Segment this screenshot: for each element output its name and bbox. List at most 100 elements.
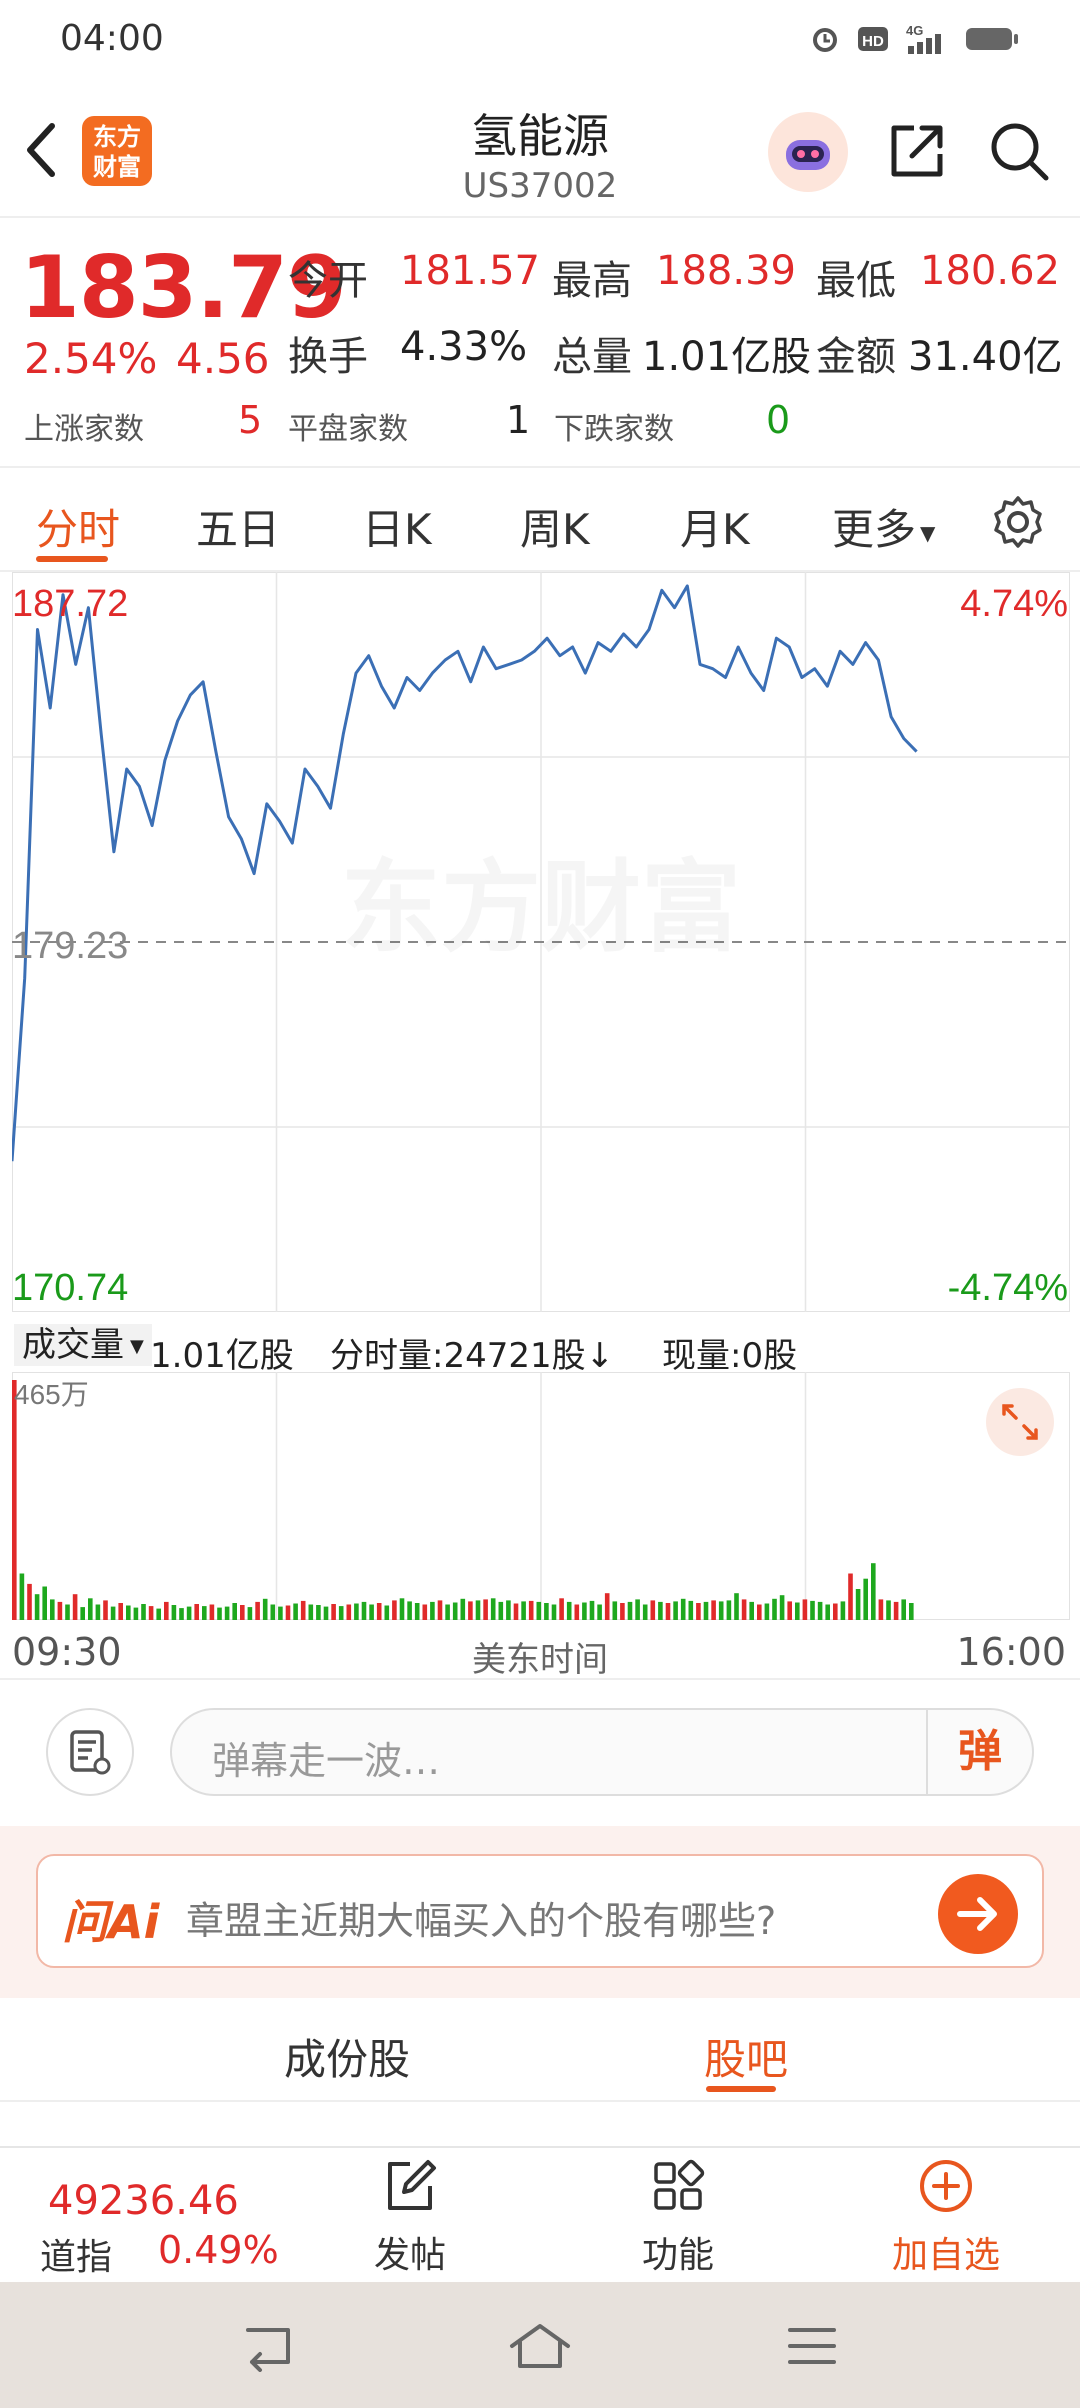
function-button[interactable]: 功能 [598,2156,758,2278]
danmu-settings-icon [70,1730,111,1775]
pct-top-label: 4.74% [960,583,1068,625]
tab-more-label: 更多 [832,505,917,554]
system-back-icon[interactable] [240,2322,300,2372]
volume-bar [620,1603,625,1620]
volume-bar [103,1600,108,1620]
volume-bar [901,1599,906,1620]
volume-bar [323,1606,329,1620]
volume-bar [749,1601,754,1620]
tab-five-day[interactable]: 五日 [196,496,280,557]
ai-logo: 问Ai [62,1895,160,1949]
volume-bar [597,1604,602,1620]
volume-bar [110,1606,116,1620]
volume-bar [414,1603,420,1620]
danmu-input[interactable]: 弹幕走一波… 弹 [170,1708,1034,1796]
volume-bar [764,1603,770,1620]
volume-bar [270,1604,276,1620]
volume-bar [361,1601,367,1620]
volume-bar [278,1606,283,1620]
volume-bar [468,1601,473,1620]
assistant-avatar[interactable] [768,112,848,192]
danmu-settings-button[interactable] [46,1708,134,1796]
volume-bar [513,1603,519,1620]
volume-bar [194,1604,199,1620]
current-volume: 现量:0股 [662,1336,798,1376]
volume-bar [452,1602,458,1620]
volume-bar [126,1605,131,1620]
volume-bar [460,1598,466,1620]
tab-intraday[interactable]: 分时 [36,496,120,557]
search-icon[interactable] [986,118,1052,184]
system-menu-icon[interactable] [784,2322,840,2370]
volume-bar [392,1600,397,1620]
volume-bar [50,1599,55,1620]
pct-bottom-label: -4.74% [948,1267,1068,1309]
grid-icon [654,2159,705,2210]
volume-bar [95,1604,101,1620]
change-value: 4.56 [176,334,270,383]
volume-bar [141,1604,146,1620]
open-label: 今开 [288,258,368,304]
expand-icon[interactable] [986,1388,1054,1456]
volume-chart[interactable]: 465万 [12,1372,1070,1620]
arrow-right-icon [957,1897,997,1931]
down-count-label: 下跌家数 [554,412,674,447]
index-value: 49236.46 [48,2178,239,2224]
ai-prompt: 章盟主近期大幅买入的个股有哪些? [186,1899,777,1943]
tab-forum[interactable]: 股吧 [704,2026,788,2087]
ai-go-button[interactable] [938,1874,1018,1954]
post-button[interactable]: 发帖 [330,2156,490,2278]
index-ticker[interactable]: 49236.46 道指 0.49% [0,2148,300,2278]
volume-bar [688,1600,694,1620]
svg-text:HD: HD [862,33,884,50]
volume-bar [186,1606,192,1620]
volume-bar [202,1606,207,1620]
gear-icon[interactable] [990,494,1046,550]
volume-bar [232,1603,237,1620]
status-icons: HD 4G [808,22,1020,56]
volume-bar [642,1604,648,1620]
volume-bar [582,1602,587,1620]
tab-constituents[interactable]: 成份股 [284,2026,410,2087]
volume-bar [703,1601,709,1620]
system-home-icon[interactable] [508,2320,572,2372]
volume-bar [57,1601,63,1620]
volume-bar [217,1607,222,1620]
volume-bar [521,1601,526,1620]
edit-icon [388,2160,436,2210]
caret-down-icon: ▼ [920,520,936,545]
tab-more[interactable]: 更多 ▼ [832,496,935,557]
intraday-chart[interactable]: 东方财富 187.72 179.23 170.74 4.74% -4.74% [12,572,1070,1312]
tab-monthly-k[interactable]: 月K [680,496,750,557]
bottom-nav: 49236.46 道指 0.49% 发帖 功能 加自选 [0,2146,1080,2282]
quote-divider [0,466,1080,468]
volume-bar [772,1598,777,1620]
volume-header: 成交量 ▼ 1.01亿股 分时量:24721股↓ 现量:0股 [0,1318,1080,1376]
volume-bar [437,1600,443,1620]
volume-bar [741,1599,747,1620]
ai-question-box[interactable]: 问Ai 章盟主近期大幅买入的个股有哪些? [36,1854,1044,1968]
hd-icon: HD [858,27,888,51]
4g-signal-icon: 4G [906,23,941,54]
volume-bar [863,1578,868,1620]
axis-center: 美东时间 [472,1640,608,1680]
volume-bar [338,1606,344,1620]
volume-bar [909,1603,914,1620]
volume-selector[interactable]: 成交量 ▼ [14,1324,152,1366]
share-icon[interactable] [884,118,950,184]
status-time: 04:00 [60,18,164,59]
tab-daily-k[interactable]: 日K [362,496,432,557]
danmu-send-button[interactable]: 弹 [926,1710,1032,1794]
volume-bar [354,1603,359,1620]
volume-bar [574,1604,580,1620]
tab-weekly-k[interactable]: 周K [520,496,590,557]
volume-bar [308,1604,314,1620]
minute-volume: 分时量:24721股↓ [330,1336,615,1376]
add-watchlist-button[interactable]: 加自选 [866,2156,1026,2278]
y-mid-label: 179.23 [12,925,128,967]
y-top-label: 187.72 [12,583,128,625]
volume-bar [498,1601,504,1620]
volume-bar [886,1600,891,1620]
volume-bar [240,1605,245,1620]
volume-bar [673,1601,678,1620]
